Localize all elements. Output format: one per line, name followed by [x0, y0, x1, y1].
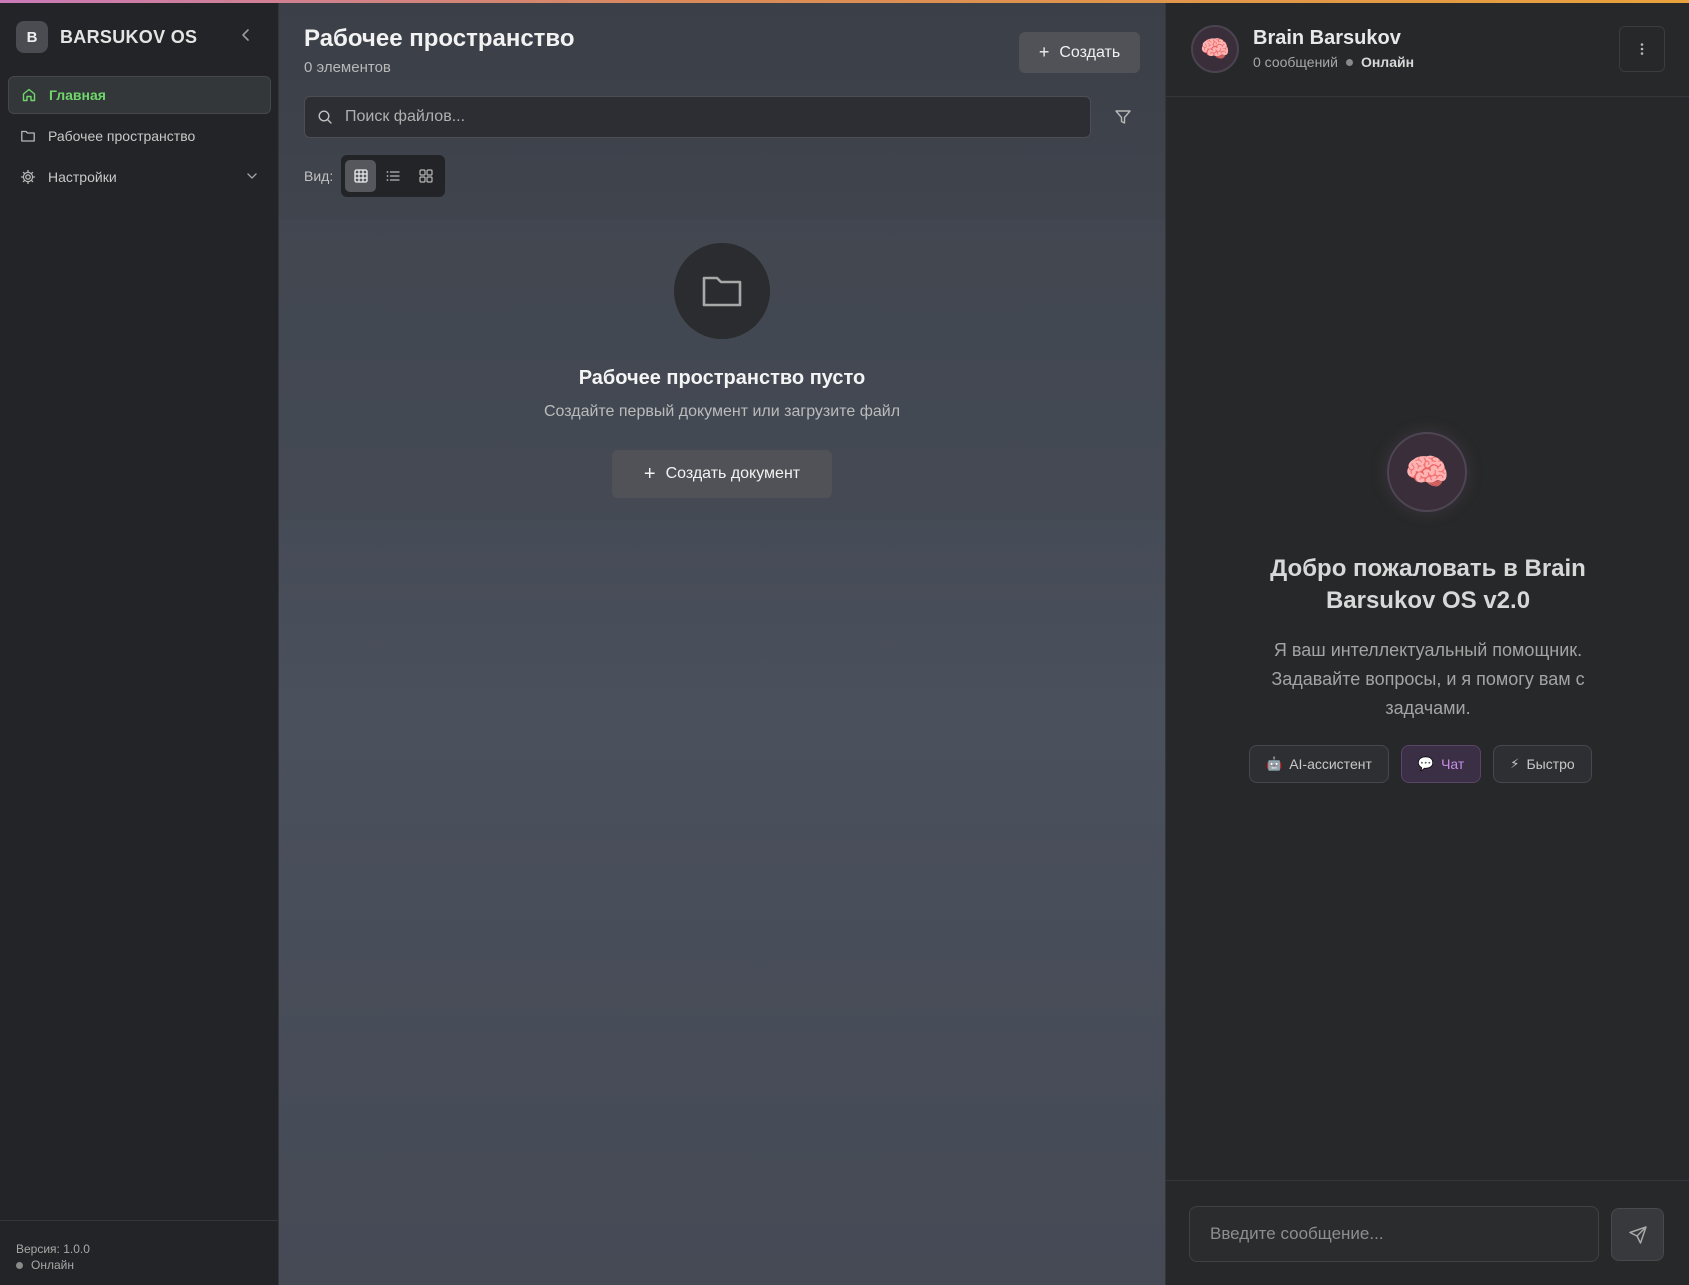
welcome-title: Добро пожаловать в Brain Barsukov OS v2.…	[1270, 555, 1586, 614]
message-input[interactable]	[1189, 1206, 1599, 1262]
empty-state-subtitle: Создайте первый документ или загрузите ф…	[543, 403, 901, 420]
empty-state-title: Рабочее пространство пусто	[578, 367, 866, 389]
chevron-left-icon	[242, 29, 249, 41]
view-list-button[interactable]	[378, 160, 409, 192]
view-toggle	[341, 155, 446, 197]
view-table-button[interactable]	[345, 160, 376, 192]
sidebar-item-label: Настройки	[48, 169, 117, 185]
create-document-label: Создать документ	[665, 465, 801, 482]
view-label: Вид:	[304, 168, 334, 184]
gear-icon	[20, 169, 36, 185]
chat-input-area	[1166, 1180, 1689, 1285]
chat-panel: 🧠 Brain Barsukov 0 сообщений Онлайн 🧠 До…	[1165, 3, 1689, 1285]
sidebar-item-settings[interactable]: Настройки	[8, 158, 271, 196]
chat-mode-chips: 🤖 AI-ассистент 💬 Чат ⚡ Быстро	[1249, 745, 1592, 783]
view-switcher-row: Вид:	[304, 155, 446, 197]
page-title: Рабочее пространство	[304, 25, 575, 52]
speech-bubble-icon: 💬	[1417, 756, 1435, 771]
folder-icon	[20, 128, 36, 144]
chip-ai-assistant[interactable]: 🤖 AI-ассистент	[1249, 745, 1389, 783]
chevron-down-icon	[247, 173, 257, 179]
sidebar-item-home[interactable]: Главная	[8, 76, 271, 114]
create-button[interactable]: + Создать	[1019, 32, 1140, 73]
chip-label: AI-ассистент	[1289, 756, 1372, 772]
chip-fast[interactable]: ⚡ Быстро	[1493, 745, 1592, 783]
brand-logo: B	[16, 21, 48, 53]
send-button[interactable]	[1611, 1208, 1664, 1261]
chat-title: Brain Barsukov	[1253, 27, 1401, 49]
home-icon	[21, 87, 37, 103]
sidebar-nav: Главная Рабочее пространство Настройки	[8, 76, 271, 199]
empty-folder-badge	[674, 243, 770, 339]
folder-icon	[702, 276, 742, 307]
collapse-sidebar-button[interactable]	[236, 25, 256, 45]
search-input[interactable]	[345, 108, 1045, 126]
brand[interactable]: B BARSUKOV OS	[16, 21, 197, 53]
avatar: 🧠	[1191, 25, 1239, 73]
status-label: Онлайн	[31, 1258, 74, 1272]
list-icon	[386, 171, 400, 181]
more-vertical-icon	[1640, 43, 1644, 55]
filter-button[interactable]	[1113, 107, 1133, 127]
workspace-header: Рабочее пространство 0 элементов	[304, 25, 575, 76]
status-dot	[16, 1261, 23, 1269]
welcome-avatar: 🧠	[1387, 432, 1467, 512]
lightning-icon: ⚡	[1510, 756, 1520, 771]
grid-icon	[419, 169, 433, 183]
chat-meta: 0 сообщений Онлайн	[1253, 54, 1414, 70]
search-icon	[318, 110, 332, 124]
sidebar-footer: Версия: 1.0.0 Онлайн	[0, 1220, 279, 1285]
send-icon	[1628, 1225, 1647, 1244]
message-count: 0 сообщений	[1253, 54, 1338, 70]
sidebar-item-workspace[interactable]: Рабочее пространство	[8, 117, 271, 155]
sidebar: B BARSUKOV OS Главная Рабочее пространст…	[0, 3, 279, 1285]
welcome-text: Я ваш интеллектуальный помощник. Задавай…	[1271, 640, 1585, 718]
view-grid-button[interactable]	[411, 160, 442, 192]
search-box	[304, 96, 1091, 138]
chip-chat[interactable]: 💬 Чат	[1400, 745, 1482, 783]
filter-icon	[1115, 110, 1131, 124]
chip-label: Быстро	[1526, 756, 1575, 772]
brand-name: BARSUKOV OS	[60, 26, 198, 47]
robot-icon: 🤖	[1266, 756, 1283, 771]
status-dot	[1345, 58, 1353, 66]
chip-label: Чат	[1441, 756, 1465, 772]
sidebar-item-label: Рабочее пространство	[48, 128, 196, 144]
chat-menu-button[interactable]	[1619, 26, 1665, 72]
brain-icon: 🧠	[1404, 451, 1450, 492]
plus-icon: +	[1038, 42, 1050, 62]
chat-header: 🧠 Brain Barsukov 0 сообщений Онлайн	[1166, 3, 1689, 97]
version-label: Версия: 1.0.0	[16, 1242, 90, 1256]
top-accent-bar	[0, 0, 1689, 3]
brain-icon: 🧠	[1200, 35, 1230, 63]
workspace-panel: Рабочее пространство 0 элементов + Созда…	[279, 3, 1165, 1285]
online-status: Онлайн	[1360, 54, 1415, 70]
sidebar-item-label: Главная	[49, 87, 106, 103]
create-document-button[interactable]: + Создать документ	[612, 450, 832, 498]
table-icon	[353, 169, 368, 183]
plus-icon: +	[643, 462, 656, 485]
status-line: Онлайн	[16, 1257, 263, 1273]
empty-state: Рабочее пространство пусто Создайте перв…	[279, 220, 1165, 520]
item-count: 0 элементов	[304, 59, 391, 76]
create-button-label: Создать	[1059, 43, 1121, 61]
